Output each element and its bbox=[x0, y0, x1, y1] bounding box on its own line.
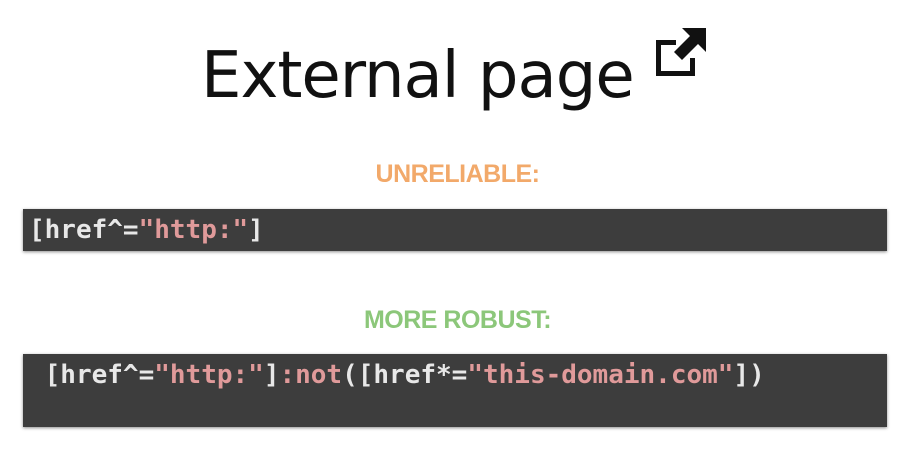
code-token: ([href*= bbox=[342, 360, 468, 390]
code-block-robust: [href^="http:"]:not([href*="this-domain.… bbox=[23, 354, 887, 427]
more-robust-label: MORE ROBUST: bbox=[363, 306, 552, 334]
code-token: [href^= bbox=[29, 360, 155, 390]
title-row: External page bbox=[0, 22, 915, 132]
code-string-token: "http:" bbox=[154, 360, 264, 390]
code-pseudo-token: :not bbox=[279, 360, 343, 390]
code-token: ] bbox=[263, 360, 280, 390]
code-block-unreliable: [href^="http:"] bbox=[23, 209, 887, 251]
code-string-token: "http:" bbox=[138, 215, 249, 245]
code-string-token: "this-domain.com" bbox=[467, 360, 734, 390]
external-link-icon bbox=[656, 28, 706, 76]
unreliable-label: UNRELIABLE: bbox=[375, 160, 540, 188]
code-token: ]) bbox=[733, 360, 765, 390]
code-token: [href^= bbox=[29, 215, 139, 245]
page-title: External page bbox=[201, 39, 635, 113]
code-token: ] bbox=[248, 215, 264, 245]
